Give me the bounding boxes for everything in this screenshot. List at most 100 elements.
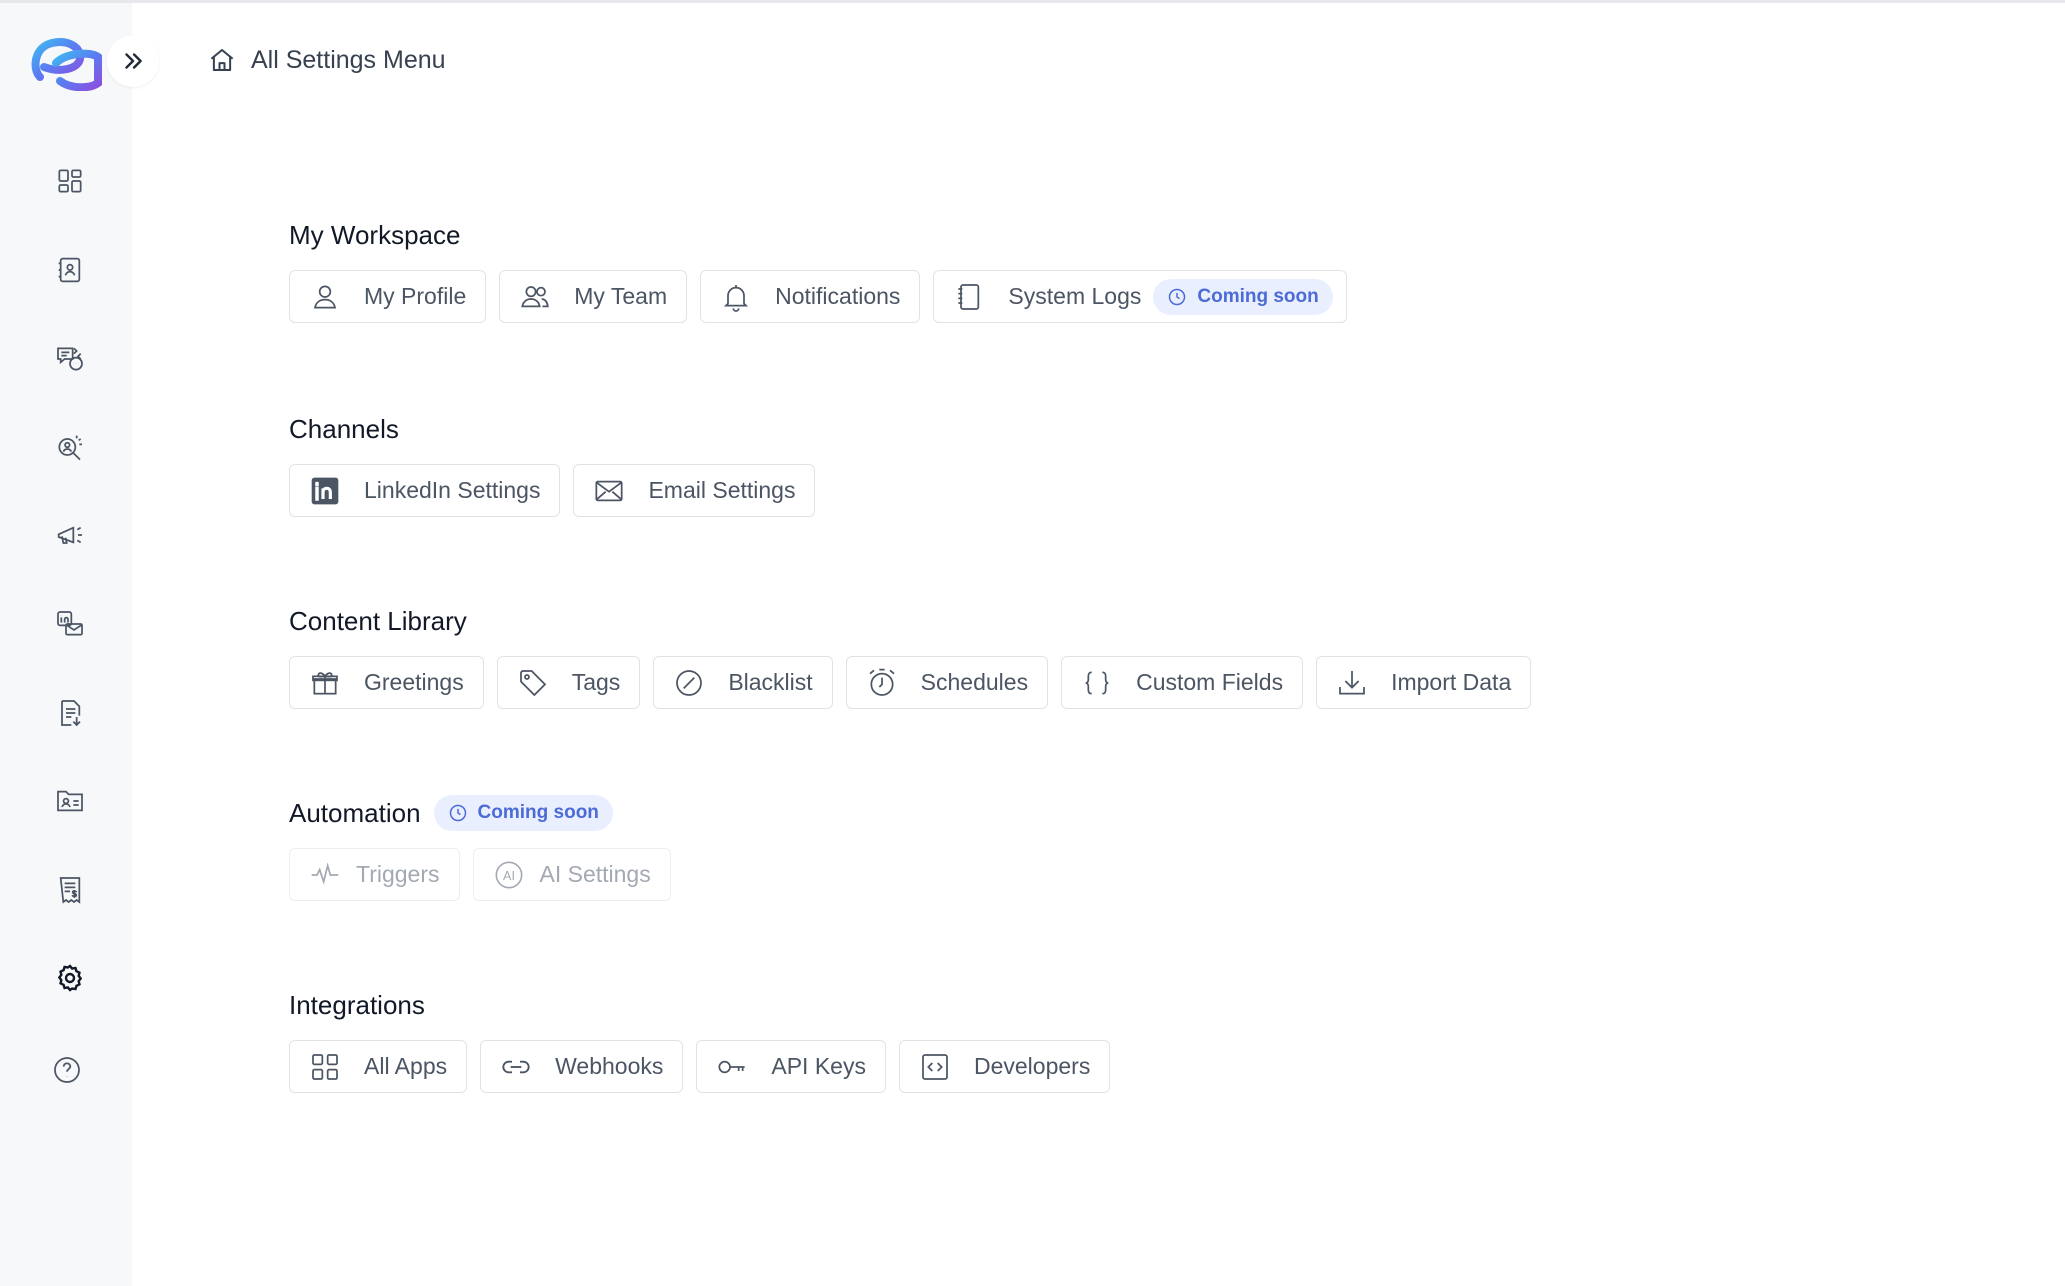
greetings-button[interactable]: Greetings [289,656,484,709]
my-team-button[interactable]: My Team [499,270,688,323]
sidebar [0,3,159,1286]
sidebar-item-contacts[interactable] [50,250,90,290]
chip-label: My Team [574,283,668,309]
section-title: My Workspace [289,219,461,250]
section-title: Integrations [289,989,425,1020]
key-icon [715,1050,749,1084]
chip-label: Notifications [775,283,901,309]
section-title: Automation Coming soon [289,795,671,831]
sidebar-item-campaigns[interactable] [50,515,90,555]
chevrons-right-icon [125,53,142,69]
chat-bubbles-icon [57,347,83,371]
section-my-workspace: My Workspace My Profile My Team Notifica… [289,218,1347,323]
all-apps-button[interactable]: All Apps [289,1040,468,1093]
chip-label: LinkedIn Settings [364,477,541,503]
code-icon [918,1050,952,1084]
sidebar-item-dashboard[interactable] [50,161,90,201]
webhooks-button[interactable]: Webhooks [480,1040,684,1093]
linkedin-icon [308,474,342,508]
sidebar-item-prospect-search[interactable] [50,427,90,467]
custom-fields-button[interactable]: Custom Fields [1061,656,1304,709]
app-logo[interactable] [30,33,104,92]
blacklist-button[interactable]: Blacklist [653,656,833,709]
notebook-icon [952,280,986,314]
gift-icon [308,666,342,700]
alarm-clock-icon [865,666,899,700]
breadcrumb: All Settings Menu [205,40,446,80]
import-data-button[interactable]: Import Data [1316,656,1532,709]
envelope-icon [592,474,626,508]
chip-label: Custom Fields [1136,669,1284,695]
sidebar-item-settings[interactable] [50,958,90,998]
person-search-icon [58,435,82,461]
sidebar-item-files[interactable] [50,781,90,821]
user-icon [308,280,342,314]
download-icon [1335,666,1369,700]
sidebar-item-help[interactable] [47,1050,87,1090]
section-title: Channels [289,413,399,444]
team-icon [518,280,552,314]
top-divider [0,0,2065,3]
tags-button[interactable]: Tags [496,656,641,709]
gear-icon [57,964,83,992]
megaphone-icon [57,526,82,544]
developers-button[interactable]: Developers [898,1040,1111,1093]
sidebar-item-multichannel[interactable] [50,604,90,644]
email-settings-button[interactable]: Email Settings [573,464,816,517]
braces-icon [1080,666,1114,700]
block-icon [672,666,706,700]
notifications-button[interactable]: Notifications [700,270,921,323]
tag-icon [516,666,550,700]
chip-label: API Keys [771,1053,866,1079]
dashboard-grid-icon [58,169,82,193]
chip-label: All Apps [364,1053,448,1079]
badge-label: Coming soon [1197,285,1319,307]
sidebar-item-reports[interactable] [50,693,90,733]
api-keys-button[interactable]: API Keys [696,1040,886,1093]
ai-circle-icon: AI [492,858,526,892]
document-download-icon [61,700,81,727]
chip-label: Email Settings [648,477,796,503]
chip-label: Greetings [364,669,464,695]
link-icon [499,1050,533,1084]
triggers-button: Triggers [289,848,460,901]
bell-icon [719,280,753,314]
section-content-library: Content Library Greetings Tags Blacklist… [289,604,1532,709]
pulse-icon [308,858,342,892]
coming-soon-badge: Coming soon [433,795,613,831]
linkedin-email-icon [57,611,83,636]
chip-label: Triggers [356,861,440,887]
schedules-button[interactable]: Schedules [845,656,1049,709]
chip-label: Blacklist [728,669,813,695]
chip-label: AI Settings [539,861,651,887]
chip-label: Developers [973,1053,1091,1079]
expand-sidebar-button[interactable] [107,35,159,87]
chip-label: Schedules [920,669,1029,695]
linkedin-settings-button[interactable]: LinkedIn Settings [289,464,561,517]
clock-icon [1169,288,1186,305]
home-icon[interactable] [205,43,239,77]
svg-text:AI: AI [503,868,515,882]
sidebar-item-conversations[interactable] [50,339,90,379]
folder-person-icon [57,790,83,812]
sidebar-item-billing[interactable] [50,870,90,910]
contact-book-icon [58,257,81,283]
badge-label: Coming soon [477,802,599,823]
section-title: Content Library [289,605,467,636]
section-automation: Automation Coming soon Triggers AI AI Se… [289,795,671,901]
section-integrations: Integrations All Apps Webhooks API Keys … [289,988,1111,1093]
section-title-text: Automation [289,797,421,828]
chip-label: My Profile [364,283,467,309]
chip-label: System Logs [1008,283,1142,309]
invoice-dollar-icon [59,877,81,904]
my-profile-button[interactable]: My Profile [289,270,487,323]
chip-label: Import Data [1391,669,1512,695]
apps-grid-icon [308,1050,342,1084]
page-title: All Settings Menu [251,45,446,74]
system-logs-button[interactable]: System Logs Coming soon [933,270,1347,323]
chip-label: Tags [571,669,621,695]
ai-settings-button: AI AI Settings [472,848,671,901]
coming-soon-badge: Coming soon [1153,278,1333,315]
section-channels: Channels LinkedIn Settings Email Setting… [289,412,816,517]
help-circle-icon [54,1057,80,1083]
